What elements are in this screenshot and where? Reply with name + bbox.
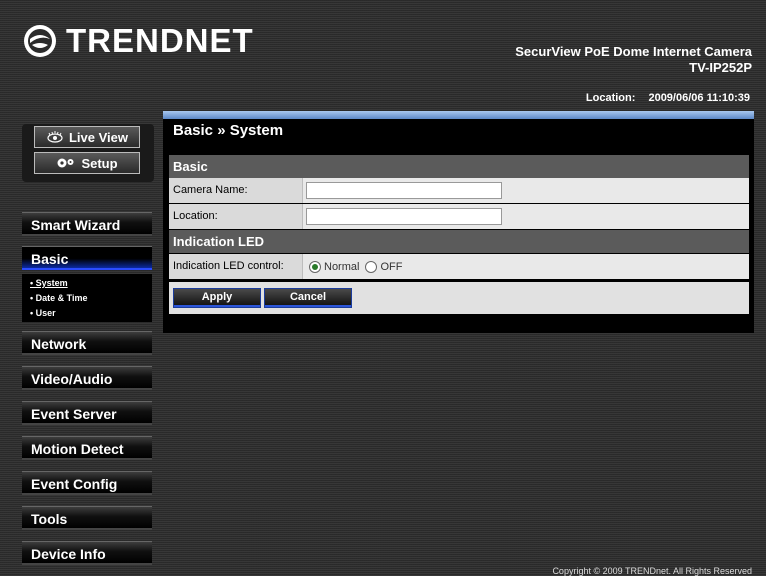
led-control-row: Indication LED control: Normal OFF — [169, 254, 749, 279]
product-model: TV-IP252P — [689, 60, 752, 75]
product-name: SecurView PoE Dome Internet Camera — [515, 44, 752, 59]
brand-name: TRENDNET — [66, 22, 254, 59]
live-view-label: Live View — [68, 129, 128, 145]
live-view-button[interactable]: Live View — [34, 126, 140, 148]
mode-switcher: Live View Setup — [22, 124, 154, 182]
apply-button[interactable]: Apply — [173, 288, 261, 308]
submenu-user[interactable]: • User — [30, 308, 56, 318]
section-led-header: Indication LED — [169, 230, 749, 253]
led-normal-label: Normal — [324, 260, 360, 273]
setup-button[interactable]: Setup — [34, 152, 140, 174]
camera-name-input[interactable] — [306, 182, 502, 199]
product-title: SecurView PoE Dome Internet Camera TV-IP… — [515, 44, 752, 76]
setup-label: Setup — [81, 155, 118, 171]
trendnet-logo: TRENDNET — [22, 22, 254, 60]
camera-name-row: Camera Name: — [169, 178, 749, 203]
location-label: Location: — [585, 92, 636, 104]
nav-event-config[interactable]: Event Config — [22, 471, 152, 495]
led-radio-group: Normal OFF — [309, 254, 408, 279]
nav-device-info[interactable]: Device Info — [22, 541, 152, 565]
nav-tools[interactable]: Tools — [22, 506, 152, 530]
eye-icon — [47, 131, 63, 143]
submenu-date-time[interactable]: • Date & Time — [30, 293, 88, 303]
nav-event-server[interactable]: Event Server — [22, 401, 152, 425]
nav-smart-wizard[interactable]: Smart Wizard — [22, 212, 152, 236]
nav-video-audio[interactable]: Video/Audio — [22, 366, 152, 390]
nav-basic[interactable]: Basic — [22, 246, 152, 270]
nav-motion-detect[interactable]: Motion Detect — [22, 436, 152, 460]
page-title: Basic » System — [173, 122, 284, 139]
location-input[interactable] — [306, 208, 502, 225]
led-off-radio[interactable] — [365, 260, 378, 273]
led-normal-radio[interactable] — [309, 260, 321, 273]
led-control-label: Indication LED control: — [169, 254, 303, 279]
current-datetime: 2009/06/06 11:10:39 — [648, 92, 750, 104]
cancel-button[interactable]: Cancel — [264, 288, 352, 308]
location-field-label: Location: — [169, 204, 303, 229]
led-off-label: OFF — [380, 260, 403, 273]
panel-top-border — [163, 111, 754, 119]
location-row: Location: — [169, 204, 749, 229]
action-bar: Apply Cancel — [169, 282, 749, 314]
submenu-system[interactable]: • System — [30, 278, 68, 288]
basic-submenu: • System • Date & Time • User — [22, 274, 152, 322]
section-basic-header: Basic — [169, 155, 749, 178]
nav-network[interactable]: Network — [22, 331, 152, 355]
gears-icon — [57, 158, 74, 168]
trendnet-logo-icon — [24, 25, 56, 57]
copyright-text: Copyright © 2009 TRENDnet. All Rights Re… — [552, 566, 752, 576]
location-datetime-bar: Location: 2009/06/06 11:10:39 — [586, 92, 750, 104]
camera-name-label: Camera Name: — [169, 178, 303, 203]
